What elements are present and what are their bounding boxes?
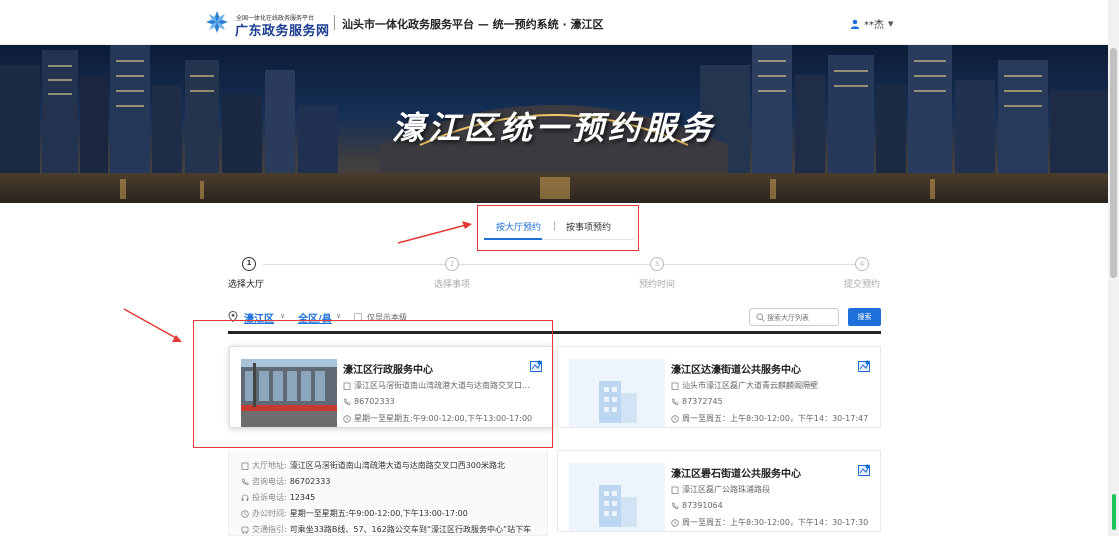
detail-traffic-label: 交通指引: <box>252 525 287 534</box>
step-4-label: 提交预约 <box>844 280 881 290</box>
headset-icon <box>241 494 249 501</box>
detail-consult: 86702333 <box>289 477 331 486</box>
gdzwfw-logo-icon[interactable] <box>205 10 229 34</box>
map-icon[interactable] <box>858 360 870 372</box>
side-status-indicator <box>1112 494 1116 530</box>
hall-phone: 87391064 <box>682 501 723 510</box>
step-4-circle: 4 <box>855 257 869 271</box>
hall-address: 濠江区磊广公路珠浦路段 <box>682 485 770 494</box>
building-icon <box>241 462 249 470</box>
hall-hours: 周一至周五：上午8:30-12:00，下午14：30-17:47 <box>682 414 869 423</box>
red-arrow-icon <box>397 221 472 244</box>
hall-address: 汕头市濠江区磊广大道青云麒麟阁隔壁 <box>682 381 818 390</box>
scrollbar-thumb[interactable] <box>1110 48 1117 278</box>
detail-traffic: 可乘坐33路B线、57、162路公交车到“濠江区行政服务中心”站下车 <box>289 525 532 534</box>
step-1-label: 选择大厅 <box>228 280 265 290</box>
logo-title[interactable]: 广东政务服务网 <box>235 20 330 39</box>
header-divider <box>334 15 335 30</box>
step-2-label: 选择事项 <box>434 280 471 290</box>
clock-icon <box>241 509 249 518</box>
search-icon <box>756 313 765 322</box>
hall-address-row: 汕头市濠江区磊广大道青云麒麟阁隔壁 <box>671 380 871 391</box>
phone-icon <box>672 502 679 509</box>
hall-detail-panel: 大厅地址: 濠江区马滘街道南山湾疏港大道与达南路交叉口西300米路北 咨询电话:… <box>228 450 548 536</box>
hall-hours-row: 周一至周五：上午8:30-12:00，下午14：30-17:47 <box>671 413 871 424</box>
detail-consult-label: 咨询电话: <box>252 477 287 486</box>
hall-phone-row: 87372745 <box>671 397 871 406</box>
hall-name[interactable]: 濠江区礐石街道公共服务中心 <box>671 465 801 480</box>
chevron-down-icon: ▼ <box>888 19 894 28</box>
hall-name[interactable]: 濠江区达濠街道公共服务中心 <box>671 361 801 376</box>
highlight-box-tabs <box>477 205 639 251</box>
hall-phone: 87372745 <box>682 397 723 406</box>
phone-icon <box>242 478 249 485</box>
detail-complaint: 12345 <box>289 493 316 502</box>
building-placeholder-icon <box>569 359 665 427</box>
map-icon[interactable] <box>858 464 870 476</box>
step-3-label: 预约时间 <box>639 280 676 290</box>
page-scrollbar[interactable] <box>1108 0 1119 536</box>
detail-address-label: 大厅地址: <box>252 461 287 470</box>
step-2-circle: 2 <box>445 257 459 271</box>
hall-hours: 周一至周五：上午8:30-12:00，下午14：30-17:30 <box>682 518 869 527</box>
detail-traffic-row: 交通指引: 可乘坐33路B线、57、162路公交车到“濠江区行政服务中心”站下车 <box>241 524 531 535</box>
search-button[interactable]: 搜索 <box>848 308 881 326</box>
hall-search-box[interactable] <box>749 308 839 326</box>
user-icon <box>850 19 860 29</box>
detail-complaint-label: 投诉电话: <box>252 493 287 502</box>
phone-icon <box>672 398 679 405</box>
user-name: **杰 <box>864 20 884 31</box>
detail-hours: 星期一至星期五:午9:00-12:00,下午13:00-17:00 <box>289 509 468 518</box>
hall-search-input[interactable] <box>767 311 837 324</box>
building-placeholder-icon <box>569 463 665 531</box>
step-connector <box>459 264 650 265</box>
detail-hours-label: 办公时间: <box>252 509 287 518</box>
detail-consult-row: 咨询电话: 86702333 <box>241 476 330 487</box>
hall-hours-row: 周一至周五：上午8:30-12:00，下午14：30-17:30 <box>671 517 871 528</box>
hall-card-dahao[interactable]: 濠江区达濠街道公共服务中心 汕头市濠江区磊广大道青云麒麟阁隔壁 87372745… <box>557 346 881 428</box>
bus-icon <box>241 526 249 534</box>
step-3-circle: 3 <box>650 257 664 271</box>
red-arrow-icon <box>123 308 182 342</box>
page: 全国一体化在线政务服务平台 广东政务服务网 汕头市一体化政务服务平台 — 统一预… <box>0 0 1119 536</box>
chevron-down-icon[interactable]: ∨ <box>280 312 285 320</box>
clock-icon <box>671 414 679 423</box>
step-connector <box>664 264 855 265</box>
building-icon <box>671 382 679 390</box>
highlight-box-card <box>193 320 553 448</box>
hall-phone-row: 87391064 <box>671 501 871 510</box>
step-connector <box>263 264 445 265</box>
banner-title: 濠江区统一预约服务 <box>391 109 716 147</box>
detail-complaint-row: 投诉电话: 12345 <box>241 492 315 503</box>
hero-banner: 濠江区统一预约服务 <box>0 45 1108 203</box>
user-menu[interactable]: **杰 ▼ <box>850 16 893 31</box>
chevron-down-icon[interactable]: ∨ <box>336 312 341 320</box>
detail-address-row: 大厅地址: 濠江区马滘街道南山湾疏港大道与达南路交叉口西300米路北 <box>241 460 505 471</box>
page-title: 汕头市一体化政务服务平台 — 统一预约系统 · 濠江区 <box>342 18 604 31</box>
detail-address: 濠江区马滘街道南山湾疏港大道与达南路交叉口西300米路北 <box>289 461 505 470</box>
detail-hours-row: 办公时间: 星期一至星期五:午9:00-12:00,下午13:00-17:00 <box>241 508 468 519</box>
building-icon <box>671 486 679 494</box>
clock-icon <box>671 518 679 527</box>
step-1-circle: 1 <box>242 257 256 271</box>
hall-card-queshi[interactable]: 濠江区礐石街道公共服务中心 濠江区磊广公路珠浦路段 87391064 周一至周五… <box>557 450 881 532</box>
hall-address-row: 濠江区磊广公路珠浦路段 <box>671 484 871 495</box>
top-header: 全国一体化在线政务服务平台 广东政务服务网 汕头市一体化政务服务平台 — 统一预… <box>0 0 1108 45</box>
